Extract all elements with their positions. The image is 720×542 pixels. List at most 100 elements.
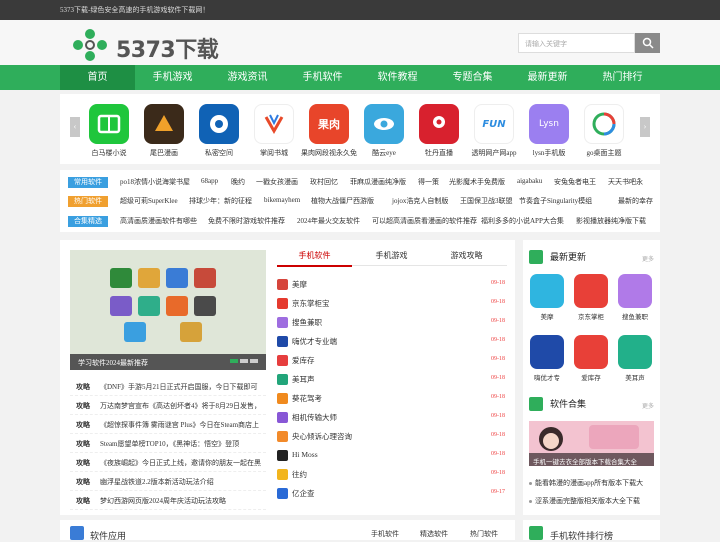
collection-link[interactable]: 涩系漫画完整版相关版本大全下载 — [529, 496, 654, 506]
grid-app[interactable]: 美摩 — [527, 274, 567, 321]
collection-link[interactable]: 能看韩漫的漫画app所有版本下载大 — [529, 478, 654, 488]
grid-app[interactable]: 嗨优才专 — [527, 335, 567, 382]
tag-link[interactable]: 天天书吧永 — [608, 177, 643, 187]
list-item[interactable]: 美摩 09-18 — [277, 276, 507, 295]
site-logo[interactable]: 5373下载 — [70, 28, 220, 63]
strategy-item[interactable]: 攻略 幽浮星战铁道2.2版本新活动玩法介绍 — [70, 473, 266, 491]
nav-mobile-games[interactable]: 手机游戏 — [135, 65, 210, 90]
nav-ranking[interactable]: 热门排行 — [585, 65, 660, 90]
list-item[interactable]: 美耳声 09-18 — [277, 371, 507, 390]
nav-topics[interactable]: 专题合集 — [435, 65, 510, 90]
slider-dot[interactable] — [230, 359, 238, 363]
collection-link-text[interactable]: 能看韩漫的漫画app所有版本下载大 — [535, 479, 643, 487]
strategy-title[interactable]: 《夜族崛起》今日正式上线，邀请你的朋友一起在黑 — [100, 458, 264, 468]
tag-link[interactable]: 高清画质漫画软件有哪些 — [120, 216, 197, 226]
list-item[interactable]: 亿企查 09-17 — [277, 485, 507, 504]
tag-link[interactable]: 排球少年：新的征程 — [189, 196, 252, 206]
list-item[interactable]: Hi Moss 09-18 — [277, 447, 507, 466]
tag-link[interactable]: 菲麻瓜漫画纯净版 — [350, 177, 406, 187]
tag-link[interactable]: 可以超高清画质看漫画的软件推荐 — [372, 216, 477, 226]
carousel-next-button[interactable]: › — [640, 117, 650, 137]
list-item[interactable]: 央心倾诉心理咨询 09-18 — [277, 428, 507, 447]
app-tile[interactable]: 酷云eye — [353, 104, 415, 158]
app-tile[interactable]: 私密空间 — [188, 104, 250, 158]
bottom-tab[interactable]: 热门软件 — [470, 529, 498, 539]
strategy-item[interactable]: 攻略 万达南梦宫宣布《高达创坏者4》将于8月29日发售， — [70, 397, 266, 415]
list-item-name[interactable]: Hi Moss — [292, 450, 318, 459]
grid-app[interactable]: 美耳声 — [615, 335, 655, 382]
list-item[interactable]: 嗨优才专业端 09-18 — [277, 333, 507, 352]
featured-slider[interactable]: 学习软件2024最新推荐 — [70, 250, 266, 370]
app-tile[interactable]: 尾巴漫画 — [133, 104, 195, 158]
app-tile[interactable]: 白马楼小说 — [78, 104, 140, 158]
slider-dot[interactable] — [240, 359, 248, 363]
list-item-name[interactable]: 嗨优才专业端 — [292, 336, 337, 347]
collection-link-text[interactable]: 涩系漫画完整版相关版本大全下载 — [535, 497, 640, 505]
tag-link[interactable]: 福利多多的小说APP大合集 — [481, 216, 564, 226]
app-tile[interactable]: FUN 透明网产网app — [463, 104, 525, 158]
list-item[interactable]: 搜鱼兼职 09-18 — [277, 314, 507, 333]
tag-link[interactable]: 植物大战僵尸西游版 — [311, 196, 374, 206]
bottom-tab[interactable]: 手机软件 — [371, 529, 399, 539]
nav-latest[interactable]: 最新更新 — [510, 65, 585, 90]
list-item[interactable]: 往约 09-18 — [277, 466, 507, 485]
tag-link[interactable]: 节奏盒子Singularity模组 — [519, 196, 592, 206]
nav-home[interactable]: 首页 — [60, 65, 135, 90]
list-item[interactable]: 爱库存 09-18 — [277, 352, 507, 371]
list-item[interactable]: 相机传输大师 09-18 — [277, 409, 507, 428]
tag-link[interactable]: 得一策 — [418, 177, 439, 187]
strategy-item[interactable]: 攻略 《超惊探事件簿 雾雨谜宫 Plus》今日在Steam商店上 — [70, 416, 266, 434]
app-tile[interactable]: 掌阅书城 — [243, 104, 305, 158]
bottom-tab[interactable]: 精选软件 — [420, 529, 448, 539]
tag-link[interactable]: aigabaku — [517, 177, 542, 185]
grid-app[interactable]: 搜鱼兼职 — [615, 274, 655, 321]
list-item-name[interactable]: 美耳声 — [292, 374, 315, 385]
tag-link[interactable]: 超级可莉SuperKlee — [120, 196, 178, 206]
search-input[interactable]: 请输入关键字 — [518, 33, 635, 53]
list-item-name[interactable]: 央心倾诉心理咨询 — [292, 431, 352, 442]
list-item-name[interactable]: 往约 — [292, 469, 307, 480]
tag-link[interactable]: 2024年最火交友软件 — [297, 216, 360, 226]
nav-game-news[interactable]: 游戏资讯 — [210, 65, 285, 90]
collection-banner[interactable]: 手机一键去衣全部版本下载合集大全 — [529, 421, 654, 466]
list-item-name[interactable]: 搜鱼兼职 — [292, 317, 322, 328]
nav-software-tutorials[interactable]: 软件教程 — [360, 65, 435, 90]
list-item-name[interactable]: 美摩 — [292, 279, 307, 290]
more-link[interactable]: 更多 — [642, 401, 654, 410]
strategy-title[interactable]: 《超惊探事件簿 雾雨谜宫 Plus》今日在Steam商店上 — [100, 420, 264, 430]
app-tile[interactable]: go桌面主题 — [573, 104, 635, 158]
list-item-name[interactable]: 爱库存 — [292, 355, 315, 366]
search-button[interactable] — [635, 33, 660, 53]
strategy-item[interactable]: 攻略 Steam愿望单榜TOP10，《黑神话：悟空》登顶 — [70, 435, 266, 453]
tag-link[interactable]: 免费不限时游戏软件推荐 — [208, 216, 285, 226]
tag-link[interactable]: 安兔兔者电王 — [554, 177, 596, 187]
app-tile[interactable]: Lysn lysn手机版 — [518, 104, 580, 158]
app-tile[interactable]: 牡丹直播 — [408, 104, 470, 158]
tag-link[interactable]: 光影魔术手免费版 — [449, 177, 505, 187]
tag-link[interactable]: 玫村回忆 — [310, 177, 338, 187]
tag-link[interactable]: 68app — [201, 177, 218, 185]
tag-link[interactable]: 最新的幸存 — [618, 196, 653, 206]
list-item-name[interactable]: 京东掌柜宝 — [292, 298, 330, 309]
strategy-item[interactable]: 攻略 梦幻西游网页版2024周年庆活动玩法攻略 — [70, 492, 266, 510]
strategy-title[interactable]: 梦幻西游网页版2024周年庆活动玩法攻略 — [100, 496, 264, 506]
tag-link[interactable]: bikemayhem — [264, 196, 300, 204]
more-link[interactable]: 更多 — [642, 254, 654, 263]
strategy-title[interactable]: Steam愿望单榜TOP10，《黑神话：悟空》登顶 — [100, 439, 264, 449]
list-item[interactable]: 葵花驾考 09-18 — [277, 390, 507, 409]
slider-dot[interactable] — [250, 359, 258, 363]
strategy-title[interactable]: 幽浮星战铁道2.2版本新活动玩法介绍 — [100, 477, 264, 487]
list-item-name[interactable]: 亿企查 — [292, 488, 315, 499]
nav-mobile-software[interactable]: 手机软件 — [285, 65, 360, 90]
tab-game-guides[interactable]: 游戏攻略 — [429, 250, 504, 261]
tag-link[interactable]: 王国保卫战3联盟 — [460, 196, 513, 206]
grid-app[interactable]: 爱库存 — [571, 335, 611, 382]
strategy-item[interactable]: 攻略 《DNF》手游5月21日正式开启国服，今日下载即可 — [70, 378, 266, 396]
tag-link[interactable]: jojox浩克人自制版 — [392, 196, 448, 206]
list-item-name[interactable]: 相机传输大师 — [292, 412, 337, 423]
tab-mobile-software[interactable]: 手机软件 — [277, 250, 352, 267]
list-item-name[interactable]: 葵花驾考 — [292, 393, 322, 404]
app-tile[interactable]: 果肉 果肉网段视永久免 — [298, 104, 360, 158]
tag-link[interactable]: 一戳女孩漫画 — [256, 177, 298, 187]
tag-link[interactable]: po18浓情小说海棠书屋 — [120, 177, 190, 187]
